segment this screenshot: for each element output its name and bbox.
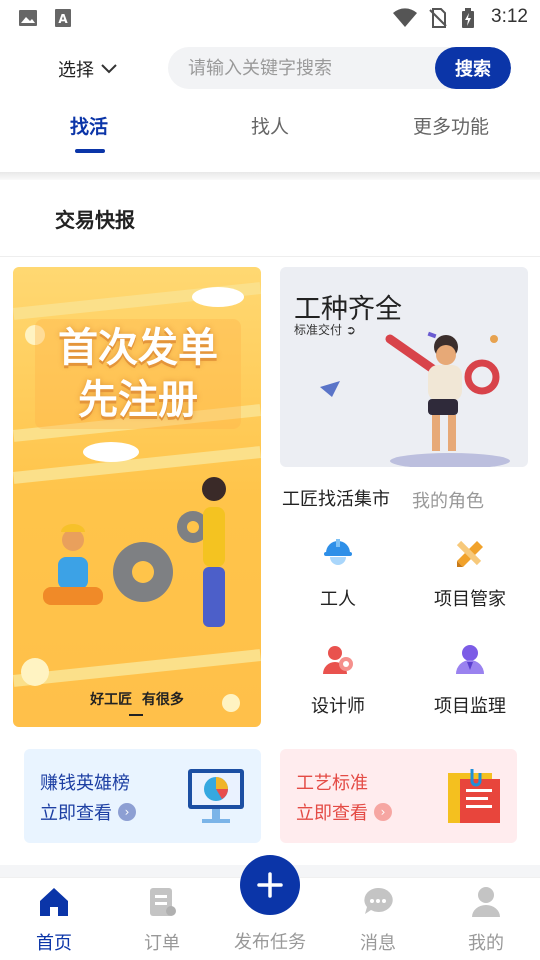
role-worker[interactable]: 工人 bbox=[283, 535, 393, 611]
promo-headline-line2: 先注册 bbox=[78, 377, 198, 423]
wifi-icon bbox=[393, 8, 417, 27]
ruler-pencil-icon bbox=[456, 540, 483, 567]
search-input[interactable] bbox=[188, 47, 428, 89]
craft-standard-action-label: 立即查看 bbox=[296, 803, 368, 824]
orders-icon bbox=[150, 888, 176, 916]
divider bbox=[0, 256, 540, 257]
battery-charging-icon bbox=[462, 8, 474, 28]
role-worker-label: 工人 bbox=[320, 589, 356, 610]
hard-hat-worker-icon bbox=[324, 539, 352, 565]
svg-text:A: A bbox=[58, 12, 68, 26]
promo-footer-underline bbox=[129, 714, 143, 716]
tab-find-work[interactable]: 找活 bbox=[70, 112, 108, 139]
select-label: 选择 bbox=[58, 60, 94, 81]
chart-monitor-icon bbox=[188, 769, 244, 823]
key-person-illustration bbox=[320, 331, 510, 467]
hero-ranking-banner[interactable]: 赚钱英雄榜 立即查看 › bbox=[24, 749, 261, 843]
hero-ranking-action-label: 立即查看 bbox=[40, 803, 112, 824]
clipboard-note-icon bbox=[448, 769, 500, 823]
nav-mine[interactable]: 我的 bbox=[446, 885, 526, 955]
tab-more-features[interactable]: 更多功能 bbox=[413, 112, 489, 139]
nav-home[interactable]: 首页 bbox=[14, 885, 94, 955]
chevron-right-icon: › bbox=[118, 803, 136, 821]
role-project-supervisor-label: 项目监理 bbox=[434, 696, 506, 717]
supervisor-icon bbox=[456, 645, 484, 674]
role-designer[interactable]: 设计师 bbox=[283, 642, 393, 718]
role-project-supervisor[interactable]: 项目监理 bbox=[415, 642, 525, 718]
location-select[interactable]: 选择 bbox=[58, 56, 118, 82]
nav-mine-label: 我的 bbox=[468, 933, 504, 954]
promo-banner[interactable]: 首次发单 先注册 好工匠 有很多 bbox=[13, 267, 261, 727]
hero-ranking-title: 赚钱英雄榜 bbox=[40, 773, 130, 794]
home-icon bbox=[40, 888, 68, 916]
hero-ranking-action[interactable]: 立即查看 › bbox=[40, 799, 136, 825]
no-sim-icon bbox=[429, 8, 447, 28]
tab-find-people[interactable]: 找人 bbox=[251, 112, 289, 139]
promo-footer-text: 好工匠 有很多 bbox=[90, 692, 184, 708]
promo-headline-line1: 首次发单 bbox=[58, 325, 218, 371]
search-bar: 搜索 bbox=[168, 47, 511, 89]
nav-publish-task-label[interactable]: 发布任务 bbox=[222, 928, 318, 954]
nav-orders-label: 订单 bbox=[144, 933, 180, 954]
role-designer-label: 设计师 bbox=[311, 696, 365, 717]
role-project-steward[interactable]: 项目管家 bbox=[415, 535, 525, 611]
active-tab-indicator bbox=[75, 149, 105, 153]
publish-task-button[interactable] bbox=[240, 855, 300, 915]
clock: 3:12 bbox=[491, 6, 528, 27]
search-button[interactable]: 搜索 bbox=[435, 47, 511, 89]
plus-icon bbox=[257, 872, 283, 898]
craft-standard-title: 工艺标准 bbox=[296, 773, 368, 794]
nav-messages[interactable]: 消息 bbox=[338, 885, 418, 955]
my-role-link[interactable]: 我的角色 bbox=[412, 487, 484, 513]
role-project-steward-label: 项目管家 bbox=[434, 589, 506, 610]
chevron-right-icon: › bbox=[374, 803, 392, 821]
craft-standard-action[interactable]: 立即查看 › bbox=[296, 799, 392, 825]
nav-messages-label: 消息 bbox=[360, 933, 396, 954]
craftsman-market-title: 工匠找活集市 bbox=[282, 489, 390, 510]
crafts-card[interactable]: 工种齐全 标准交付 ➲ bbox=[280, 267, 528, 467]
user-icon bbox=[472, 887, 500, 917]
designer-icon bbox=[323, 646, 353, 674]
trade-news-title: 交易快报 bbox=[55, 208, 135, 232]
image-icon bbox=[19, 10, 37, 26]
promo-headline: 首次发单 先注册 bbox=[33, 322, 243, 426]
chevron-down-icon bbox=[101, 64, 117, 74]
a-icon: A bbox=[55, 9, 71, 27]
status-bar: A 3:12 bbox=[0, 0, 540, 36]
chat-icon bbox=[364, 887, 393, 914]
nav-orders[interactable]: 订单 bbox=[122, 885, 202, 955]
nav-home-label: 首页 bbox=[36, 933, 72, 954]
craft-standard-banner[interactable]: 工艺标准 立即查看 › bbox=[280, 749, 517, 843]
header-divider bbox=[0, 172, 540, 180]
